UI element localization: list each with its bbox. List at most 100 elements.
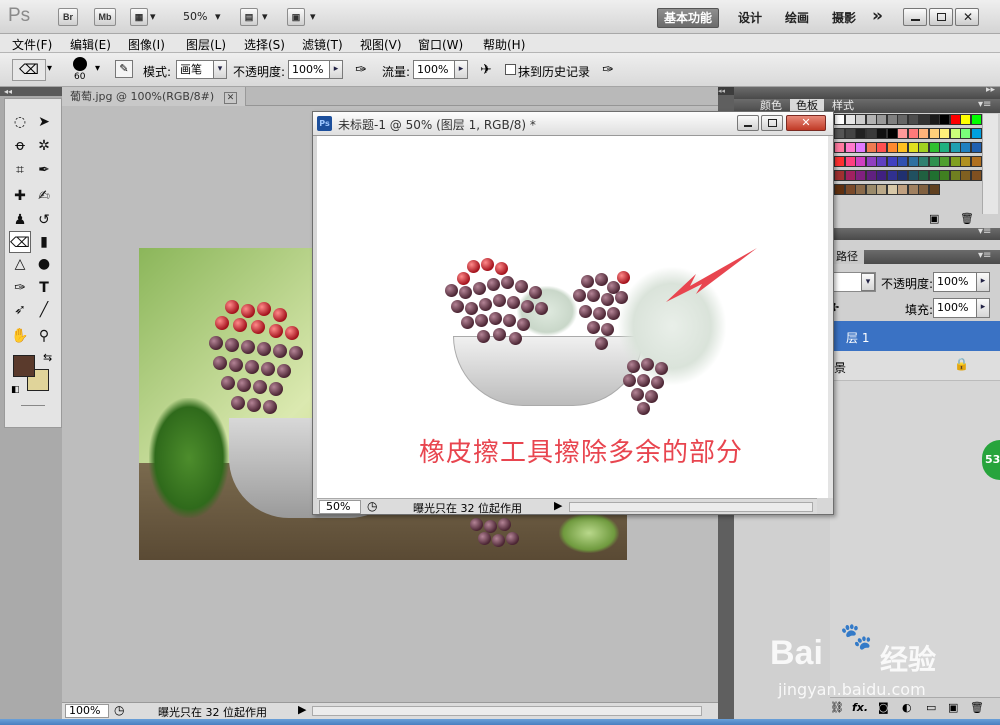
- document-canvas[interactable]: 橡皮擦工具擦除多余的部分: [317, 136, 828, 498]
- mini-bridge-button[interactable]: Mb: [94, 8, 116, 26]
- expand-panels-icon[interactable]: ▸▸: [986, 85, 995, 95]
- color-swatch[interactable]: [907, 156, 919, 167]
- gradient-tool-icon[interactable]: ▮: [33, 231, 55, 253]
- color-swatch[interactable]: [855, 142, 866, 153]
- status-info-icon[interactable]: ◷: [367, 499, 377, 513]
- marquee-tool-icon[interactable]: ◌: [9, 111, 31, 133]
- crop-tool-icon[interactable]: ⌗: [9, 159, 31, 181]
- color-swatch[interactable]: [865, 156, 877, 167]
- mode-select[interactable]: 画笔: [176, 60, 214, 79]
- color-swatch[interactable]: [844, 184, 856, 195]
- swatches-scrollbar[interactable]: [982, 114, 998, 214]
- menu-view[interactable]: 视图(V): [360, 36, 402, 53]
- blur-tool-icon[interactable]: △: [9, 253, 31, 275]
- color-swatch[interactable]: [939, 170, 950, 181]
- color-swatch[interactable]: [907, 170, 919, 181]
- color-swatch[interactable]: [834, 184, 845, 195]
- color-swatch[interactable]: [876, 170, 887, 181]
- doc2-vertical-scrollbar[interactable]: [828, 136, 833, 498]
- color-swatch[interactable]: [897, 114, 908, 125]
- color-swatch[interactable]: [886, 128, 898, 139]
- layer-row-background[interactable]: 景 🔒: [830, 351, 1000, 381]
- tablet-pressure-opacity-icon[interactable]: ✑: [351, 60, 371, 80]
- brush-tool-icon[interactable]: ✍: [33, 185, 55, 207]
- color-swatch[interactable]: [960, 128, 971, 139]
- color-swatch[interactable]: [939, 156, 950, 167]
- color-swatch[interactable]: [855, 184, 866, 195]
- more-workspaces-icon[interactable]: »: [872, 6, 883, 26]
- color-swatch[interactable]: [960, 156, 971, 167]
- color-swatch[interactable]: [897, 170, 908, 181]
- move-tool-icon[interactable]: ➤: [33, 111, 55, 133]
- color-swatch[interactable]: [876, 128, 887, 139]
- magic-wand-tool-icon[interactable]: ✲: [33, 135, 55, 157]
- tablet-pressure-size-icon[interactable]: ✑: [598, 60, 618, 80]
- color-swatch[interactable]: [907, 142, 919, 153]
- color-swatch[interactable]: [970, 142, 982, 153]
- type-tool-icon[interactable]: T: [33, 277, 55, 299]
- color-swatch[interactable]: [928, 156, 940, 167]
- history-brush-tool-icon[interactable]: ↺: [33, 209, 55, 231]
- foreground-color-swatch[interactable]: [13, 355, 35, 377]
- opacity-slider-icon[interactable]: ▸: [329, 60, 343, 79]
- color-swatch[interactable]: [834, 170, 845, 181]
- menu-help[interactable]: 帮助(H): [483, 36, 525, 53]
- menu-image[interactable]: 图像(I): [128, 36, 165, 53]
- airbrush-icon[interactable]: ✈: [476, 60, 496, 80]
- color-swatch[interactable]: [918, 170, 929, 181]
- opacity-input[interactable]: 100%: [288, 60, 330, 79]
- zoom-tool-icon[interactable]: ⚲: [33, 325, 55, 347]
- color-swatch[interactable]: [949, 142, 961, 153]
- arrange-documents-button[interactable]: ▤: [240, 8, 258, 26]
- fill-input[interactable]: 100%: [933, 298, 977, 318]
- color-swatch[interactable]: [939, 142, 950, 153]
- color-swatch[interactable]: [928, 142, 940, 153]
- layer-opacity-input[interactable]: 100%: [933, 272, 977, 292]
- chevron-down-icon[interactable]: ▾: [262, 10, 268, 23]
- close-tab-icon[interactable]: ✕: [223, 92, 238, 104]
- color-swatch[interactable]: [918, 142, 929, 153]
- status-menu-arrow-icon[interactable]: ▶: [554, 499, 562, 512]
- line-tool-icon[interactable]: ╱: [33, 299, 55, 321]
- color-swatch[interactable]: [844, 142, 856, 153]
- color-swatch[interactable]: [907, 114, 919, 125]
- color-swatch[interactable]: [886, 184, 898, 195]
- color-swatch[interactable]: [970, 170, 982, 181]
- doc2-zoom-field[interactable]: 50%: [319, 500, 361, 514]
- color-swatch[interactable]: [865, 128, 877, 139]
- close-button[interactable]: ✕: [955, 8, 979, 26]
- color-swatch[interactable]: [865, 114, 877, 125]
- horizontal-scrollbar[interactable]: [312, 706, 702, 716]
- color-swatch[interactable]: [970, 128, 982, 139]
- color-swatch[interactable]: [876, 114, 887, 125]
- status-menu-arrow-icon[interactable]: ▶: [298, 703, 306, 716]
- color-swatch[interactable]: [897, 156, 908, 167]
- color-swatch[interactable]: [844, 156, 856, 167]
- color-swatch[interactable]: [960, 114, 971, 125]
- chevron-down-icon[interactable]: ▾: [215, 10, 221, 23]
- healing-brush-tool-icon[interactable]: ✚: [9, 185, 31, 207]
- color-swatch[interactable]: [970, 114, 982, 125]
- menu-window[interactable]: 窗口(W): [418, 36, 463, 53]
- restore-button[interactable]: [929, 8, 953, 26]
- dodge-tool-icon[interactable]: ●: [33, 253, 55, 275]
- color-swatch[interactable]: [876, 184, 887, 195]
- color-swatch[interactable]: [844, 170, 856, 181]
- delete-swatch-icon[interactable]: 🗑: [960, 212, 974, 225]
- color-swatch[interactable]: [855, 114, 866, 125]
- color-swatch[interactable]: [949, 170, 961, 181]
- color-swatch[interactable]: [844, 114, 856, 125]
- doc2-horizontal-scrollbar[interactable]: [569, 502, 813, 512]
- color-swatch[interactable]: [844, 128, 856, 139]
- chevron-down-icon[interactable]: ▾: [95, 63, 100, 74]
- layer-opacity-arrow-icon[interactable]: ▸: [976, 272, 990, 292]
- workspace-photography[interactable]: 摄影: [826, 8, 862, 28]
- status-info-icon[interactable]: ◷: [114, 703, 124, 717]
- close-button[interactable]: ✕: [786, 115, 826, 131]
- color-swatch[interactable]: [886, 142, 898, 153]
- layer-row-layer1[interactable]: 层 1: [830, 321, 1000, 351]
- chevron-down-icon[interactable]: ▾: [150, 10, 156, 23]
- hand-tool-icon[interactable]: ✋: [9, 325, 31, 347]
- swatch-grid[interactable]: [834, 114, 984, 202]
- flow-input[interactable]: 100%: [413, 60, 455, 79]
